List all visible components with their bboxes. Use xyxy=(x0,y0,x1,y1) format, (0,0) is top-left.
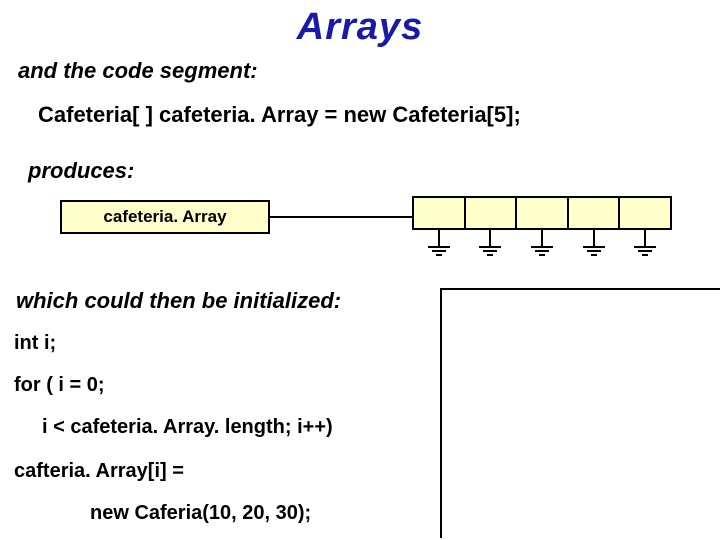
array-cell xyxy=(569,198,621,228)
code-for: for ( i = 0; xyxy=(14,374,105,397)
text-produces: produces: xyxy=(28,158,134,184)
null-icon xyxy=(479,246,501,248)
array-cell xyxy=(466,198,518,228)
null-icon xyxy=(638,250,652,252)
text-which-init: which could then be initialized: xyxy=(16,288,341,314)
reference-arrow xyxy=(270,216,412,218)
null-icon xyxy=(644,228,646,248)
null-icon xyxy=(591,254,597,256)
null-icon xyxy=(483,250,497,252)
null-icon xyxy=(487,254,493,256)
array-cell xyxy=(517,198,569,228)
null-icon xyxy=(531,246,553,248)
divider-horizontal xyxy=(440,288,720,290)
null-icon xyxy=(428,246,450,248)
null-icon xyxy=(593,228,595,248)
array-cell xyxy=(414,198,466,228)
null-icon xyxy=(587,250,601,252)
text-and-segment: and the code segment: xyxy=(18,58,258,84)
null-icon xyxy=(642,254,648,256)
array-box xyxy=(412,196,672,230)
null-icon xyxy=(436,254,442,256)
variable-box: cafeteria. Array xyxy=(60,200,270,234)
divider-vertical xyxy=(440,288,442,538)
null-icon xyxy=(432,250,446,252)
slide-title: Arrays xyxy=(0,6,720,49)
code-new: new Caferia(10, 20, 30); xyxy=(90,502,311,525)
code-int-i: int i; xyxy=(14,332,56,355)
code-for-condition: i < cafeteria. Array. length; i++) xyxy=(42,416,333,439)
null-icon xyxy=(438,228,440,248)
null-icon xyxy=(539,254,545,256)
array-cell xyxy=(620,198,670,228)
code-assign: cafteria. Array[i] = xyxy=(14,460,184,483)
code-declare-array: Cafeteria[ ] cafeteria. Array = new Cafe… xyxy=(38,102,521,128)
null-icon xyxy=(489,228,491,248)
null-icon xyxy=(583,246,605,248)
null-icon xyxy=(535,250,549,252)
null-icon xyxy=(541,228,543,248)
null-icon xyxy=(634,246,656,248)
